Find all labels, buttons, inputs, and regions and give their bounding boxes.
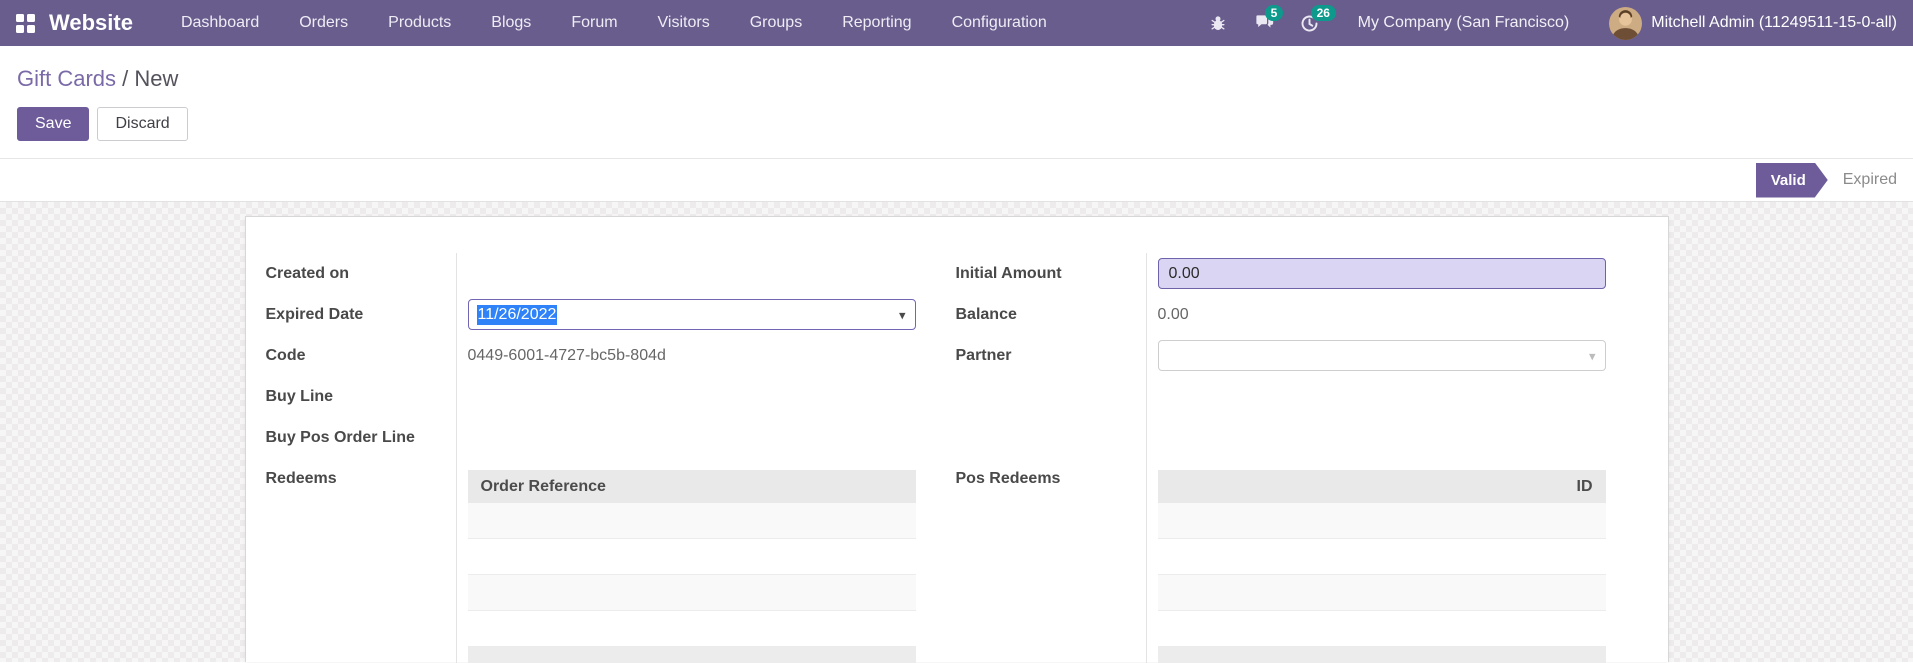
breadcrumb: Gift Cards / New: [17, 66, 1913, 92]
redeems-table: Order Reference: [467, 470, 916, 663]
breadcrumb-gift-cards-link[interactable]: Gift Cards: [17, 66, 116, 91]
messages-icon[interactable]: 5: [1252, 5, 1284, 35]
user-name: Mitchell Admin (11249511-15-0-all): [1651, 14, 1897, 31]
buy-pos-order-line-label: Buy Pos Order Line: [265, 428, 415, 446]
balance-label: Balance: [955, 305, 1017, 323]
table-row: [467, 503, 916, 539]
created-on-label: Created on: [265, 264, 350, 282]
action-buttons: Save Discard: [17, 107, 1913, 141]
messages-count-badge: 5: [1264, 5, 1284, 21]
redeems-column-order-reference[interactable]: Order Reference: [467, 470, 916, 503]
stage-valid[interactable]: Valid: [1756, 163, 1828, 198]
table-footer-strip: [1157, 647, 1606, 663]
field-row-spacer: [956, 417, 1606, 458]
nav-item-dashboard[interactable]: Dashboard: [161, 0, 279, 46]
field-row-initial-amount: Initial Amount: [956, 253, 1606, 294]
table-row: [467, 575, 916, 611]
initial-amount-input[interactable]: [1157, 258, 1606, 289]
main-menu: Dashboard Orders Products Blogs Forum Vi…: [161, 0, 1067, 46]
field-row-buy-line: Buy Line: [266, 376, 916, 417]
field-row-balance: Balance 0.00: [956, 294, 1606, 335]
field-row-pos-redeems: Pos Redeems ID: [956, 458, 1606, 663]
nav-item-orders[interactable]: Orders: [279, 0, 368, 46]
app-brand[interactable]: Website: [49, 10, 133, 36]
apps-menu-icon[interactable]: [16, 13, 35, 33]
form-group-right: Initial Amount Balance 0.00 Partner ▾: [956, 253, 1606, 663]
discard-button[interactable]: Discard: [97, 107, 188, 141]
nav-item-forum[interactable]: Forum: [551, 0, 637, 46]
form-view-background: Created on Expired Date 11/26/2022 ▾ Cod…: [0, 202, 1913, 663]
pos-redeems-label: Pos Redeems: [955, 470, 1061, 487]
bug-icon[interactable]: [1206, 11, 1230, 35]
chevron-down-icon[interactable]: ▾: [1589, 349, 1596, 362]
field-row-spacer: [956, 376, 1606, 417]
table-row: [1157, 575, 1606, 611]
stage-expired[interactable]: Expired: [1843, 171, 1897, 189]
breadcrumb-separator: /: [116, 66, 135, 91]
statusbar: Valid Expired: [0, 159, 1913, 202]
redeems-label: Redeems: [265, 470, 337, 487]
table-row: [1157, 539, 1606, 575]
code-value: 0449-6001-4727-bc5b-804d: [467, 346, 666, 364]
breadcrumb-current: New: [134, 66, 179, 91]
form-group-left: Created on Expired Date 11/26/2022 ▾ Cod…: [266, 253, 916, 663]
partner-input[interactable]: ▾: [1157, 340, 1606, 371]
activities-icon[interactable]: 26: [1298, 5, 1336, 35]
nav-item-products[interactable]: Products: [368, 0, 471, 46]
field-row-expired-date: Expired Date 11/26/2022 ▾: [266, 294, 916, 335]
buy-pos-order-line-value: [456, 437, 916, 438]
top-navbar: Website Dashboard Orders Products Blogs …: [0, 0, 1913, 46]
company-switcher[interactable]: My Company (San Francisco): [1358, 14, 1570, 32]
expired-date-input[interactable]: 11/26/2022 ▾: [467, 299, 916, 330]
table-row: [1157, 503, 1606, 539]
nav-item-reporting[interactable]: Reporting: [822, 0, 931, 46]
table-row: [467, 539, 916, 575]
balance-value: 0.00: [1157, 305, 1189, 323]
buy-line-value: [456, 396, 916, 397]
code-label: Code: [265, 346, 306, 364]
expired-date-selected-text: 11/26/2022: [476, 304, 558, 325]
field-row-code: Code 0449-6001-4727-bc5b-804d: [266, 335, 916, 376]
activities-count-badge: 26: [1310, 5, 1336, 21]
table-footer-strip: [467, 647, 916, 663]
form-sheet: Created on Expired Date 11/26/2022 ▾ Cod…: [244, 216, 1669, 663]
nav-item-blogs[interactable]: Blogs: [471, 0, 551, 46]
pos-redeems-column-id[interactable]: ID: [1157, 470, 1606, 503]
created-on-value: [456, 273, 916, 274]
nav-item-visitors[interactable]: Visitors: [638, 0, 730, 46]
chevron-down-icon[interactable]: ▾: [899, 308, 906, 321]
field-row-partner: Partner ▾: [956, 335, 1606, 376]
avatar: [1609, 6, 1643, 40]
expired-date-label: Expired Date: [265, 305, 364, 323]
table-row: [467, 611, 916, 647]
field-row-buy-pos-order-line: Buy Pos Order Line: [266, 417, 916, 458]
initial-amount-label: Initial Amount: [955, 264, 1062, 282]
nav-item-configuration[interactable]: Configuration: [932, 0, 1067, 46]
buy-line-label: Buy Line: [265, 387, 334, 405]
table-row: [1157, 611, 1606, 647]
pos-redeems-table: ID: [1157, 470, 1606, 663]
partner-label: Partner: [955, 346, 1012, 364]
field-row-created-on: Created on: [266, 253, 916, 294]
control-panel: Gift Cards / New Save Discard: [0, 46, 1913, 159]
save-button[interactable]: Save: [17, 107, 90, 141]
field-row-redeems: Redeems Order Reference: [266, 458, 916, 663]
nav-item-groups[interactable]: Groups: [730, 0, 822, 46]
user-menu[interactable]: Mitchell Admin (11249511-15-0-all): [1609, 6, 1897, 40]
navbar-systray: 5 26 My Company (San Francisco) Mitchell…: [1206, 5, 1897, 40]
